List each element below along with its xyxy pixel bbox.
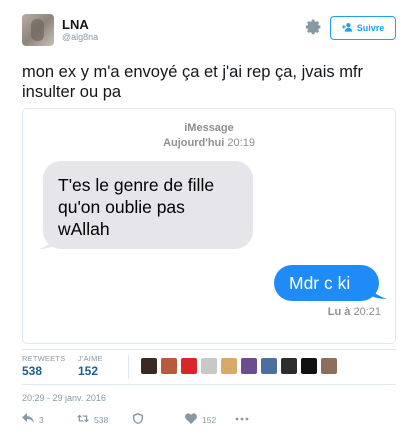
imessage-date: Aujourd'hui 20:19 <box>23 137 395 149</box>
divider <box>128 355 129 379</box>
liker-avatar[interactable] <box>221 358 237 374</box>
attached-image[interactable]: iMessage Aujourd'hui 20:19 T'es le genre… <box>22 108 396 344</box>
likes-label[interactable]: J'AIME <box>78 354 103 363</box>
tweet-timestamp[interactable]: 20:29 - 29 janv. 2016 <box>22 393 106 403</box>
user-handle[interactable]: @alg8na <box>62 32 98 42</box>
liker-avatar[interactable] <box>181 358 197 374</box>
liker-avatar[interactable] <box>201 358 217 374</box>
direct-message-button[interactable] <box>132 413 144 426</box>
liker-avatar[interactable] <box>141 358 157 374</box>
retweet-count: 538 <box>94 414 109 425</box>
imessage-date-time: 20:19 <box>227 137 255 149</box>
shield-icon <box>132 413 144 426</box>
liker-avatar[interactable] <box>261 358 277 374</box>
follow-label: Suivre <box>356 23 385 33</box>
like-count: 152 <box>202 414 217 425</box>
heart-icon <box>185 413 197 426</box>
retweets-count[interactable]: 538 <box>22 364 42 378</box>
gear-icon[interactable] <box>305 19 321 35</box>
retweet-button[interactable]: 538 <box>77 413 108 426</box>
reply-button[interactable]: 3 <box>22 413 44 426</box>
person-add-icon <box>341 22 353 34</box>
read-receipt-time: 20:21 <box>353 306 381 318</box>
tweet-text: mon ex y m'a envoyé ça et j'ai rep ça, j… <box>22 63 364 101</box>
reply-count: 3 <box>39 414 44 425</box>
more-button[interactable] <box>235 413 249 426</box>
tweet-header: LNA @alg8na Suivre <box>0 0 415 52</box>
tweet-actions: 3 538 152 <box>22 413 322 427</box>
liker-avatar[interactable] <box>241 358 257 374</box>
like-button[interactable]: 152 <box>185 413 216 426</box>
divider <box>22 349 396 350</box>
read-receipt-label: Lu à <box>327 306 351 318</box>
reply-icon <box>22 413 34 426</box>
retweets-label[interactable]: RETWEETS <box>22 354 65 363</box>
liker-avatar[interactable] <box>301 358 317 374</box>
incoming-message-bubble: T'es le genre de fille qu'on oublie pas … <box>43 161 253 249</box>
retweet-icon <box>77 413 89 426</box>
imessage-title: iMessage <box>184 122 234 134</box>
liker-avatar[interactable] <box>281 358 297 374</box>
imessage-date-day: Aujourd'hui <box>163 137 225 149</box>
avatar[interactable] <box>22 14 54 46</box>
liker-avatar[interactable] <box>321 358 337 374</box>
likes-count[interactable]: 152 <box>78 364 98 378</box>
outgoing-message-bubble: Mdr c ki <box>274 265 379 301</box>
more-icon <box>235 413 249 426</box>
divider <box>22 384 396 385</box>
liker-avatar[interactable] <box>161 358 177 374</box>
follow-button[interactable]: Suivre <box>330 16 396 40</box>
liker-avatars <box>141 358 337 376</box>
read-receipt: Lu à 20:21 <box>328 306 381 318</box>
display-name[interactable]: LNA <box>62 17 89 32</box>
